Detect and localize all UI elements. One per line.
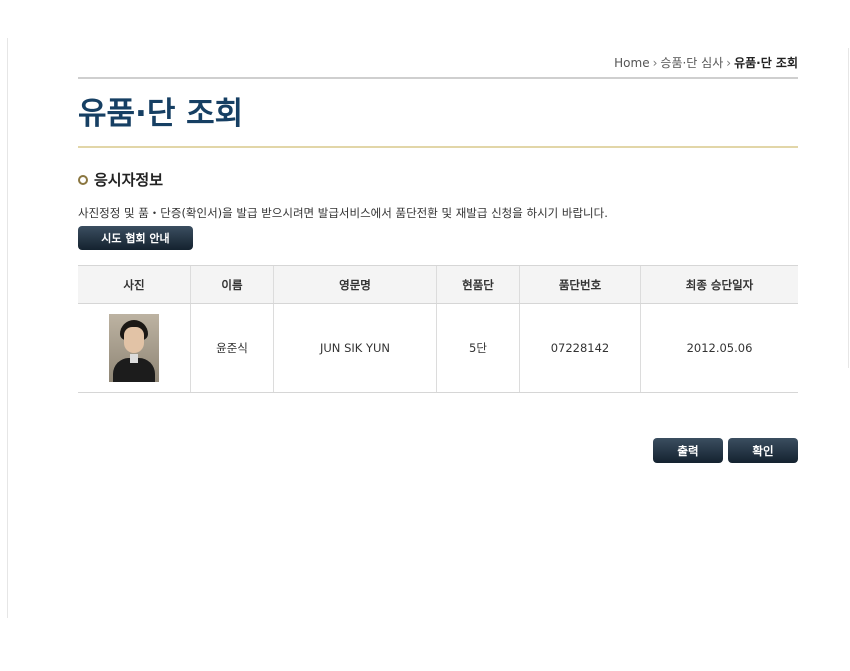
breadcrumb-home[interactable]: Home [614, 56, 649, 70]
column-header-last-promotion-date: 최종 승단일자 [640, 265, 798, 304]
section-header: 응시자정보 [78, 169, 163, 190]
cell-last-promotion-date: 2012.05.06 [640, 303, 798, 393]
cell-rank: 5단 [436, 303, 520, 393]
column-header-english-name: 영문명 [273, 265, 437, 304]
section-title: 응시자정보 [94, 171, 164, 189]
confirm-button[interactable]: 확인 [728, 438, 798, 463]
applicant-photo [109, 314, 159, 382]
cell-english-name: JUN SIK YUN [273, 303, 437, 393]
header-divider [78, 77, 798, 79]
guide-button[interactable]: 시도 협회 안내 [78, 226, 193, 250]
chevron-right-icon: › [726, 56, 732, 70]
breadcrumb: Home › 승품·단 심사 › 유품·단 조회 [614, 54, 798, 71]
chevron-right-icon: › [652, 56, 658, 70]
breadcrumb-section[interactable]: 승품·단 심사 [660, 56, 723, 70]
left-border-line [7, 38, 8, 618]
circle-bullet-icon [78, 174, 88, 185]
cell-rank-number: 07228142 [519, 303, 641, 393]
print-button[interactable]: 출력 [653, 438, 723, 463]
table-row: 윤준식 JUN SIK YUN 5단 07228142 2012.05.06 [78, 303, 798, 393]
notice-text: 사진정정 및 품・단증(확인서)을 발급 받으시려면 발급서비스에서 품단전환 … [78, 206, 608, 220]
column-header-photo: 사진 [78, 265, 191, 304]
breadcrumb-current: 유품·단 조회 [734, 56, 798, 70]
right-border-line [848, 48, 849, 368]
column-header-name: 이름 [190, 265, 274, 304]
column-header-rank: 현품단 [436, 265, 520, 304]
cell-photo [78, 303, 191, 393]
cell-name: 윤준식 [190, 303, 274, 393]
column-header-rank-number: 품단번호 [519, 265, 641, 304]
table-header-row: 사진 이름 영문명 현품단 품단번호 최종 승단일자 [78, 265, 798, 304]
title-divider [78, 146, 798, 148]
applicant-table: 사진 이름 영문명 현품단 품단번호 최종 승단일자 윤준식 JUN SIK Y… [78, 265, 798, 393]
page-title: 유품·단 조회 [78, 96, 244, 132]
